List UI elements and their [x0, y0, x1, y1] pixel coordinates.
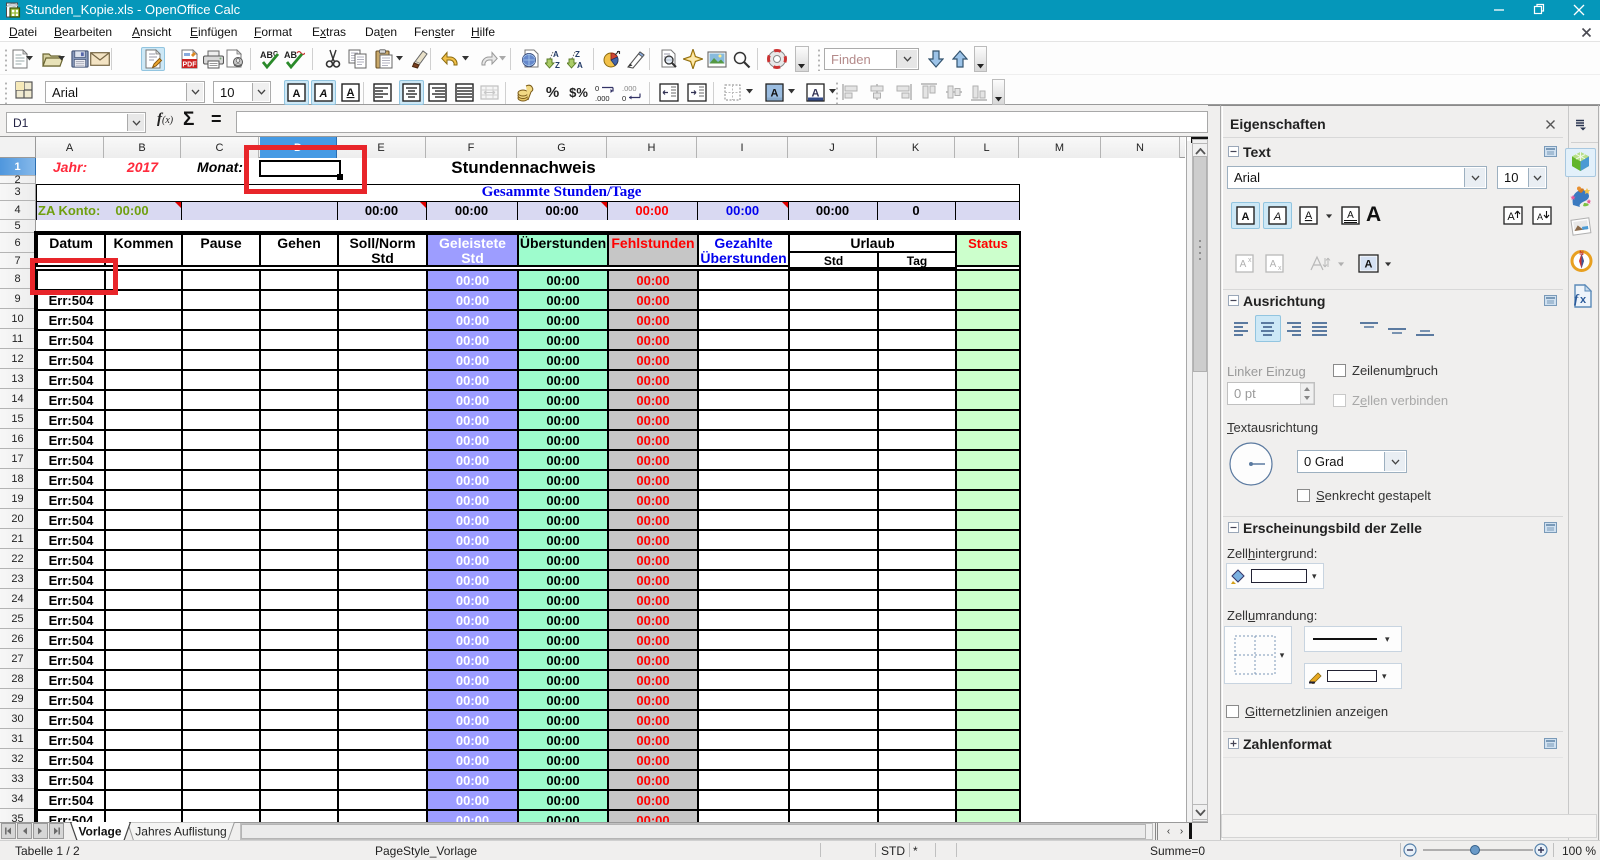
svg-text:x: x	[1248, 257, 1252, 264]
svg-text:A: A	[1270, 259, 1277, 270]
svg-text:A: A	[1507, 211, 1515, 223]
svg-text:A: A	[293, 88, 301, 100]
svg-text:Jahres Auflistung: Jahres Auflistung	[135, 825, 226, 839]
svg-text:.000: .000	[595, 94, 610, 103]
svg-text:x: x	[1580, 294, 1587, 306]
svg-text:AB: AB	[260, 50, 273, 60]
svg-text:A: A	[1305, 210, 1313, 222]
svg-text:Z: Z	[575, 50, 580, 59]
svg-text:AB: AB	[284, 50, 297, 60]
svg-text:A: A	[1240, 259, 1247, 270]
svg-text:A: A	[1537, 212, 1543, 222]
svg-text:A: A	[1365, 259, 1373, 271]
svg-text:PDF: PDF	[183, 62, 198, 69]
svg-text:x: x	[1278, 265, 1282, 272]
svg-text:Z: Z	[555, 61, 560, 69]
svg-text:.000: .000	[622, 84, 637, 93]
svg-text:0: 0	[595, 84, 599, 93]
svg-text:A: A	[553, 50, 559, 59]
svg-text:0: 0	[622, 94, 626, 103]
svg-text:A: A	[319, 88, 328, 100]
svg-text:A: A	[1347, 210, 1354, 221]
svg-text:Vorlage: Vorlage	[78, 825, 121, 839]
svg-text:A: A	[577, 61, 583, 69]
svg-text:A: A	[347, 87, 355, 99]
svg-text:A: A	[1242, 211, 1250, 223]
svg-text:A: A	[1273, 211, 1281, 223]
